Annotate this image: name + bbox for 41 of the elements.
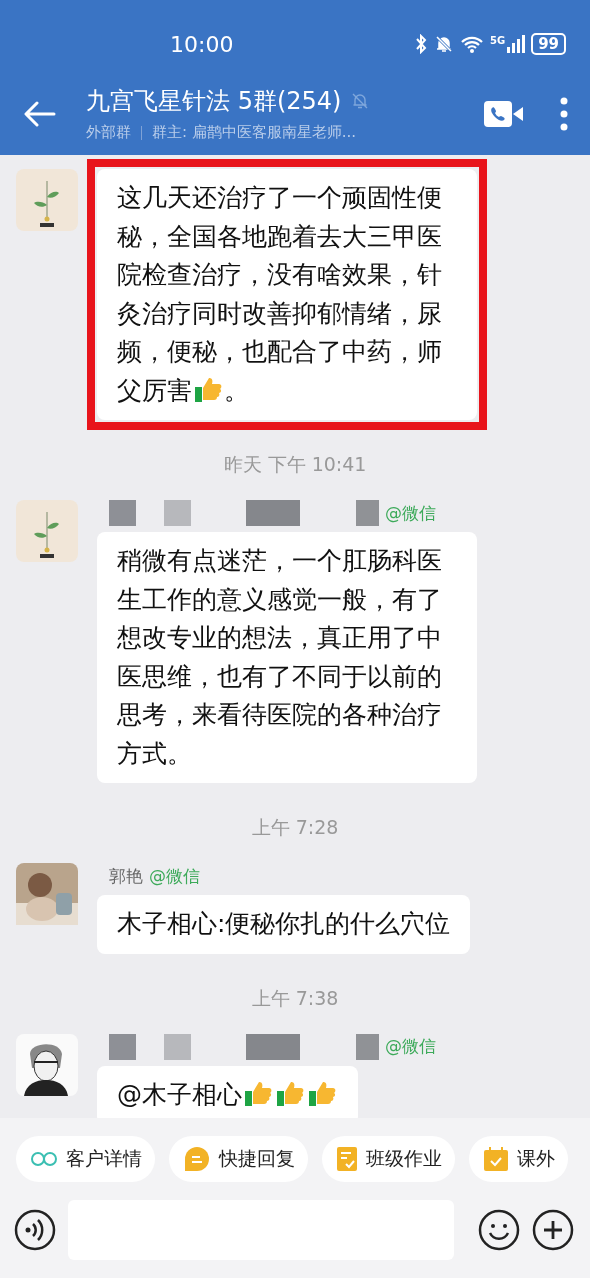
- more-icon[interactable]: [560, 96, 568, 131]
- bluetooth-icon: [413, 34, 428, 54]
- status-time: 10:00: [170, 31, 234, 57]
- avatar: [16, 863, 78, 925]
- bell-off-icon: [433, 34, 454, 54]
- chat-bubble-icon: [184, 1146, 210, 1172]
- network-type: 5G: [489, 35, 506, 46]
- wechat-tag: @微信: [385, 1035, 436, 1058]
- sender-name: 郭艳: [109, 864, 143, 888]
- clipboard-icon: [337, 1147, 357, 1171]
- message-text: 父厉害: [117, 374, 192, 407]
- message-text: 这几天还治疗了一个顽固性便秘，全国各地跑着去大三甲医院检查治疗，没有啥效果，针灸治疗同时改善抑郁情绪，尿频，便秘，也配合了中药，师: [117, 182, 443, 368]
- message-text: 木子相心:便秘你扎的什么穴位: [117, 908, 451, 940]
- video-call-icon[interactable]: [484, 100, 524, 127]
- timestamp: 上午 7:38: [250, 985, 340, 1011]
- wechat-tag: @微信: [149, 864, 200, 888]
- message-text: @木子相心: [117, 1078, 242, 1111]
- timestamp: 上午 7:28: [250, 815, 340, 840]
- rings-icon: [31, 1151, 57, 1167]
- battery-level: 99: [531, 33, 566, 55]
- wechat-tag: @微信: [385, 501, 436, 525]
- chat-title: 九宫飞星针法 5群(254): [86, 86, 342, 117]
- avatar: [16, 500, 78, 562]
- shortcut-chip[interactable]: 客户详情: [16, 1136, 155, 1182]
- message-text: 。: [224, 374, 249, 407]
- timestamp: 昨天 下午 10:41: [222, 452, 368, 477]
- add-icon[interactable]: [532, 1209, 574, 1251]
- group-owner: 群主: 扁鹊中医客服南星老师...: [152, 123, 357, 142]
- shortcut-chip[interactable]: 班级作业: [322, 1136, 455, 1182]
- voice-icon[interactable]: [14, 1209, 56, 1251]
- avatar: [16, 1033, 78, 1096]
- message-text: 稍微有点迷茫，一个肛肠科医生工作的意义感觉一般，有了想改专业的想法，真正用了中医思维，也有了不同于以前的思考，来看待医院的各种治疗方式。: [117, 545, 443, 770]
- wifi-icon: [459, 34, 484, 54]
- shortcut-chip[interactable]: 课外: [469, 1136, 568, 1182]
- signal-icon: [507, 34, 526, 54]
- back-icon[interactable]: [24, 100, 56, 127]
- group-type: 外部群: [86, 123, 131, 142]
- emoji-icon[interactable]: [478, 1209, 520, 1251]
- avatar: [16, 169, 78, 231]
- shortcut-chip[interactable]: 快捷回复: [169, 1136, 308, 1182]
- calendar-icon: [484, 1147, 508, 1171]
